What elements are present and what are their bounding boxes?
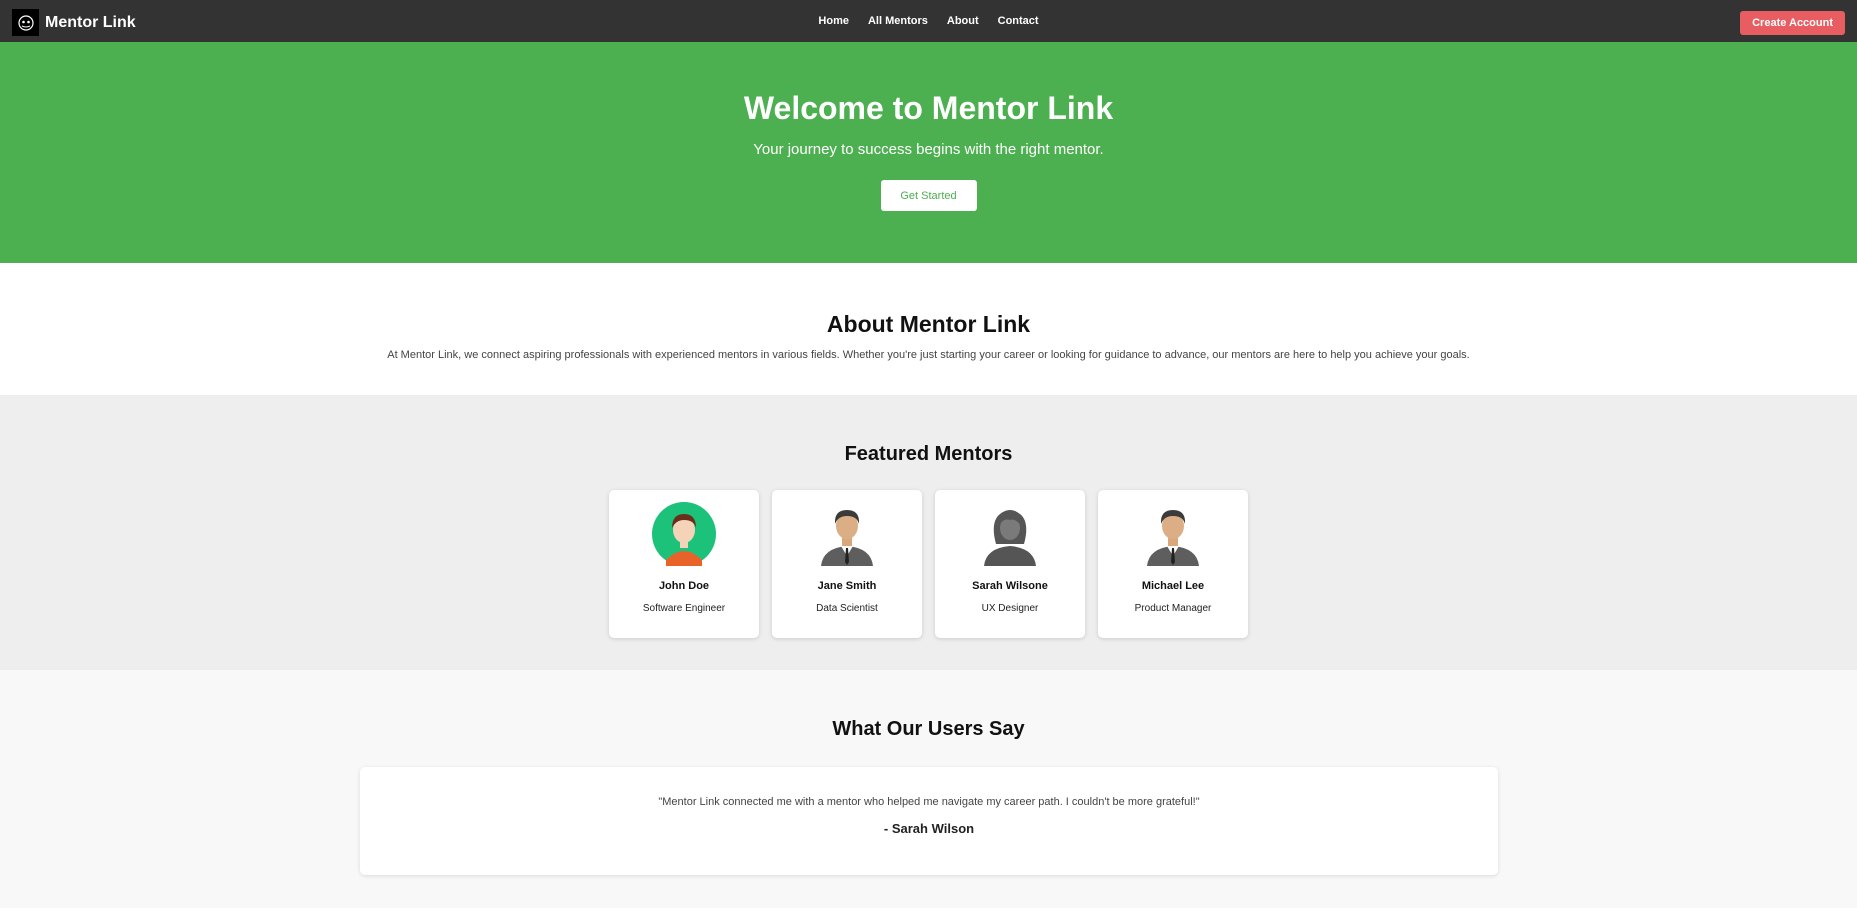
- nav-links: Home All Mentors About Contact: [0, 0, 1857, 42]
- mentor-role: Product Manager: [1134, 603, 1212, 614]
- mentor-role: Data Scientist: [816, 603, 878, 614]
- testimonials-title: What Our Users Say: [832, 718, 1025, 740]
- about-title: About Mentor Link: [826, 311, 1031, 337]
- hero-subtitle: Your journey to success begins with the …: [753, 141, 1104, 158]
- nav-about[interactable]: About: [947, 15, 979, 27]
- mentor-card[interactable]: Michael Lee Product Manager: [1098, 490, 1248, 638]
- mentor-role: Software Engineer: [642, 603, 726, 614]
- testimonial-quote: "Mentor Link connected me with a mentor …: [658, 796, 1200, 808]
- featured-title: Featured Mentors: [844, 443, 1013, 465]
- navbar: Mentor Link Home All Mentors About Conta…: [0, 0, 1857, 42]
- businessman-avatar-icon: [815, 502, 879, 566]
- male-avatar-icon: [652, 502, 716, 566]
- brand[interactable]: Mentor Link: [12, 9, 136, 36]
- nav-contact[interactable]: Contact: [998, 15, 1039, 27]
- hero-section: Welcome to Mentor Link Your journey to s…: [0, 42, 1857, 263]
- featured-mentors-section: Featured Mentors John Doe Software Engin…: [0, 395, 1857, 670]
- businessman-avatar-icon: [1141, 502, 1205, 566]
- testimonials-section: What Our Users Say "Mentor Link connecte…: [0, 670, 1857, 908]
- mentor-card[interactable]: Jane Smith Data Scientist: [772, 490, 922, 638]
- mentor-card[interactable]: John Doe Software Engineer: [609, 490, 759, 638]
- female-avatar-icon: [978, 502, 1042, 566]
- mentor-name: Jane Smith: [817, 580, 877, 592]
- brand-name: Mentor Link: [45, 13, 136, 31]
- mentor-name: Sarah Wilsone: [972, 580, 1048, 592]
- mentor-name: John Doe: [658, 580, 710, 592]
- about-text: At Mentor Link, we connect aspiring prof…: [387, 349, 1470, 361]
- about-section: About Mentor Link At Mentor Link, we con…: [0, 263, 1857, 395]
- get-started-button[interactable]: Get Started: [880, 180, 977, 211]
- mentor-cards: John Doe Software Engineer Jane Smith Da…: [0, 490, 1857, 638]
- testimonial-author: - Sarah Wilson: [883, 821, 975, 836]
- mentor-card[interactable]: Sarah Wilsone UX Designer: [935, 490, 1085, 638]
- mentor-name: Michael Lee: [1141, 580, 1205, 592]
- hero-title: Welcome to Mentor Link: [743, 90, 1114, 126]
- logo-icon: [12, 9, 39, 36]
- nav-home[interactable]: Home: [818, 15, 849, 27]
- mentor-role: UX Designer: [981, 603, 1039, 614]
- nav-all-mentors[interactable]: All Mentors: [868, 15, 928, 27]
- testimonial-card: "Mentor Link connected me with a mentor …: [360, 767, 1498, 875]
- create-account-button[interactable]: Create Account: [1740, 11, 1845, 35]
